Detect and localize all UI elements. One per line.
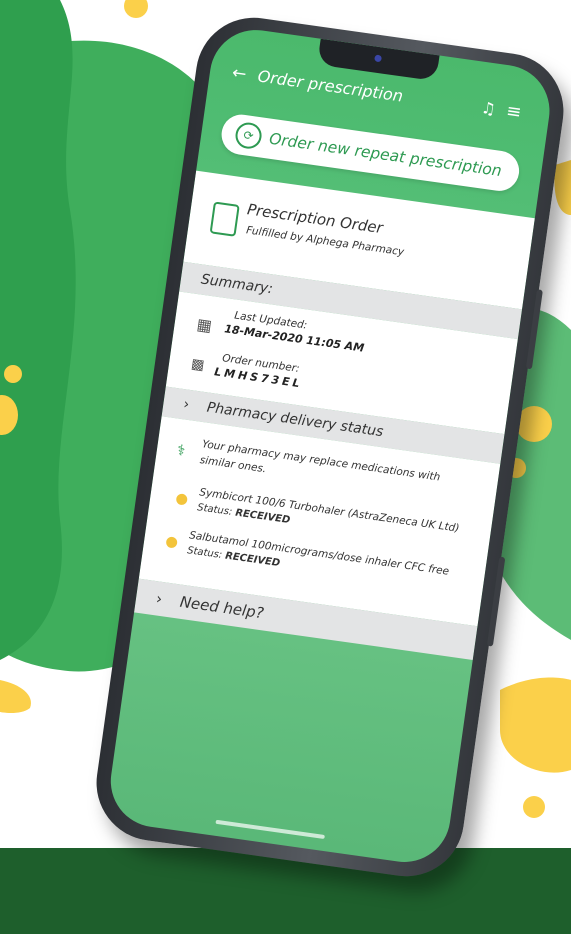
chevron-right-icon: › xyxy=(182,396,191,413)
status-label: Status: xyxy=(186,545,223,561)
bell-icon[interactable]: ♫ xyxy=(480,98,497,119)
status-label: Status: xyxy=(196,502,233,518)
status-dot xyxy=(175,493,188,506)
decor-dot xyxy=(523,796,545,818)
calendar-icon: ▦ xyxy=(195,314,214,336)
status-value: RECEIVED xyxy=(234,507,291,527)
back-arrow-icon[interactable]: ← xyxy=(231,63,248,85)
menu-icon[interactable]: ≡ xyxy=(505,100,523,123)
qr-code-icon: ▩ xyxy=(190,355,206,374)
home-indicator xyxy=(215,819,325,840)
repeat-icon: ⟳ xyxy=(233,120,264,151)
camera-icon xyxy=(374,54,383,63)
chevron-right-icon: › xyxy=(155,589,164,609)
prescription-doc-icon xyxy=(209,201,240,237)
decor-dot xyxy=(4,365,22,383)
need-help-label: Need help? xyxy=(178,592,265,623)
pharmacist-icon: ⚕ xyxy=(175,440,187,460)
status-value: RECEIVED xyxy=(224,550,281,570)
status-dot xyxy=(165,536,178,549)
order-repeat-prescription-label: Order new repeat prescription xyxy=(268,129,503,181)
